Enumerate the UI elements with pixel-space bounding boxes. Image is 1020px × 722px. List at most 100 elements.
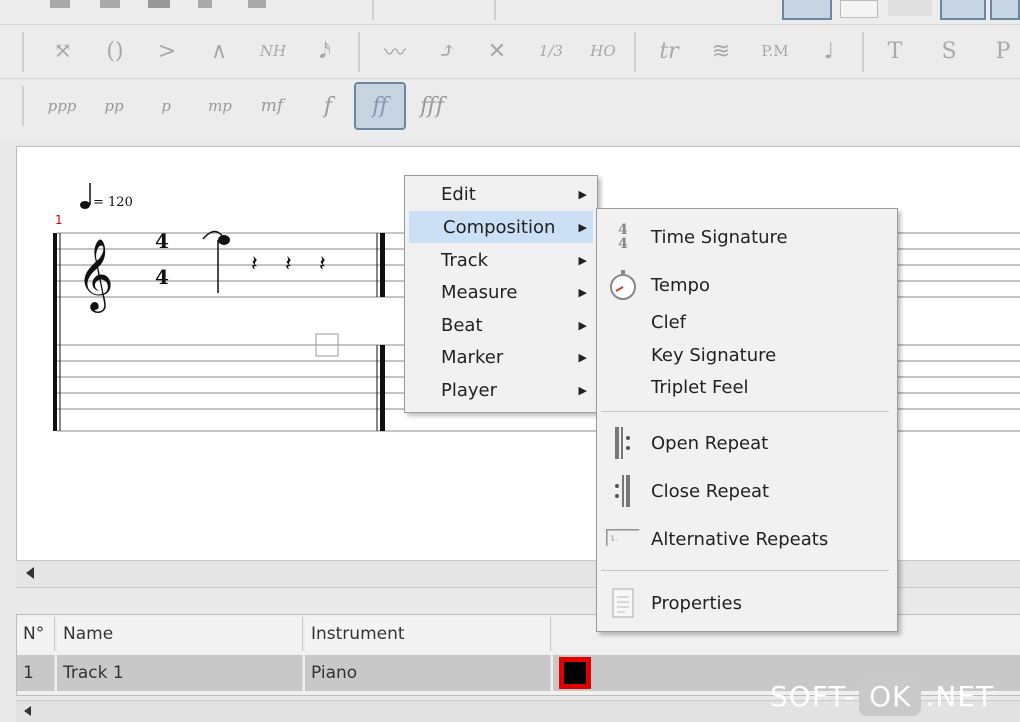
open-repeat-icon [605,425,641,461]
dynamic-mp-button[interactable]: mp [196,84,244,128]
view-button[interactable] [990,0,1020,20]
close-repeat-icon [605,473,641,509]
menu-item-time-signature[interactable]: Time Signature [651,221,788,253]
toolbar-area: ⤧ () > ∧ NH 𝅘𝅥𝅯 〰 ⤴ ✕ 1/3 HO tr ≋ P.M ♩ … [0,0,1020,140]
vibrato-button[interactable]: 〰 [372,28,418,74]
submenu-arrow-icon: ▶ [578,350,587,364]
hammer-on-button[interactable]: HO [580,28,626,74]
palm-mute-button[interactable]: P.M [752,28,798,74]
header-name[interactable]: Name [57,617,303,651]
rest-icon[interactable]: 𝄽 [251,252,258,277]
dynamic-p-button[interactable]: p [142,84,190,128]
track-color-swatch[interactable] [559,657,591,689]
menu-separator [601,411,889,412]
menu-item-properties[interactable]: Properties [651,587,742,619]
dynamic-mf-button[interactable]: mf [248,84,296,128]
menu-item-open-repeat[interactable]: Open Repeat [651,427,768,459]
rest-icon[interactable]: 𝄽 [319,252,326,277]
play-icon[interactable] [198,0,212,8]
natural-harmonic-button[interactable]: NH [250,28,296,74]
transport-icon[interactable] [50,0,70,8]
alternative-repeat-icon: 1. [605,519,641,555]
properties-icon [605,585,641,621]
submenu-arrow-icon: ▶ [578,220,587,234]
header-number[interactable]: N° [17,617,55,651]
composition-submenu: 44 Time Signature Tempo Clef Key Signatu… [596,208,898,632]
menu-item-label: Measure [441,281,518,303]
context-menu: Edit ▶ Composition ▶ Track ▶ Measure ▶ B… [404,175,598,413]
menu-item-marker[interactable]: Marker ▶ [409,341,593,373]
transport-icon[interactable] [100,0,120,8]
accent-button[interactable]: > [144,28,190,74]
slap-button[interactable]: S [926,28,972,74]
watermark: SOFT- OK .NET [770,672,994,720]
tuplet-button[interactable]: 1/3 [528,28,574,74]
view-button[interactable] [782,0,832,20]
menu-item-label: Composition [443,216,556,238]
menu-item-player[interactable]: Player ▶ [409,374,593,406]
transport-icon[interactable] [248,0,266,8]
bend-button[interactable]: ⤴ [424,28,470,74]
dynamic-ppp-button[interactable]: ppp [38,84,86,128]
pop-button[interactable]: P [980,28,1020,74]
grace-note-button[interactable]: 𝅘𝅥𝅯 [302,28,348,74]
tremolo-button[interactable]: ≋ [698,28,744,74]
menu-item-clef[interactable]: Clef [651,307,686,337]
view-button[interactable] [840,0,878,18]
menu-item-tempo[interactable]: Tempo [651,269,710,301]
treble-clef-icon: 𝄞 [77,237,114,313]
scroll-left-icon[interactable] [26,567,34,579]
time-signature-icon: 44 [618,222,628,252]
dead-note-button[interactable]: ⤧ [40,28,86,74]
note-head[interactable] [218,235,230,245]
toolbar-row-1 [0,0,1020,22]
menu-item-beat[interactable]: Beat ▶ [409,309,593,341]
dynamic-ff-button[interactable]: ff [354,82,406,130]
menu-item-alternative-repeats[interactable]: Alternative Repeats [651,523,828,555]
submenu-arrow-icon: ▶ [578,253,587,267]
menu-item-close-repeat[interactable]: Close Repeat [651,475,769,507]
menu-item-edit[interactable]: Edit ▶ [409,178,593,210]
measure-number: 1 [55,213,63,227]
menu-item-measure[interactable]: Measure ▶ [409,276,593,308]
time-signature-bottom: 4 [155,265,169,289]
heavy-accent-button[interactable]: ∧ [196,28,242,74]
menu-item-label: Beat [441,314,483,336]
menu-separator [601,570,889,571]
submenu-arrow-icon: ▶ [578,318,587,332]
watermark-box: OK [859,676,922,716]
menu-item-key-signature[interactable]: Key Signature [651,340,776,370]
svg-text:1.: 1. [610,534,617,543]
slide-button[interactable]: ✕ [474,28,520,74]
menu-item-track[interactable]: Track ▶ [409,244,593,276]
menu-item-label: Player [441,379,498,401]
track-number[interactable]: 1 [17,655,55,691]
submenu-arrow-icon: ▶ [578,285,587,299]
tempo-note-icon [80,201,90,209]
dynamic-fff-button[interactable]: fff [408,84,456,128]
menu-item-composition[interactable]: Composition ▶ [409,211,593,243]
menu-item-triplet-feel[interactable]: Triplet Feel [651,372,749,402]
trill-button[interactable]: tr [646,28,692,74]
staccato-button[interactable]: ♩ [806,28,852,74]
track-name[interactable]: Track 1 [57,655,303,691]
menu-item-label: Marker [441,346,504,368]
header-instrument[interactable]: Instrument [305,617,551,651]
view-button[interactable] [940,0,986,20]
stop-icon[interactable] [148,0,170,8]
dynamic-f-button[interactable]: f [304,84,352,128]
time-signature-top: 4 [155,229,169,253]
tap-button[interactable]: T [872,28,918,74]
ghost-note-button[interactable]: () [92,28,138,74]
stopwatch-icon [605,267,641,303]
watermark-left: SOFT- [770,679,856,713]
scroll-left-icon[interactable] [24,706,31,716]
watermark-right: .NET [925,679,995,713]
track-instrument[interactable]: Piano [305,655,551,691]
dynamic-pp-button[interactable]: pp [90,84,138,128]
view-button[interactable] [888,0,932,16]
submenu-arrow-icon: ▶ [578,383,587,397]
rest-icon[interactable]: 𝄽 [285,252,292,277]
submenu-arrow-icon: ▶ [578,187,587,201]
tempo-marking: = 120 [93,195,133,210]
